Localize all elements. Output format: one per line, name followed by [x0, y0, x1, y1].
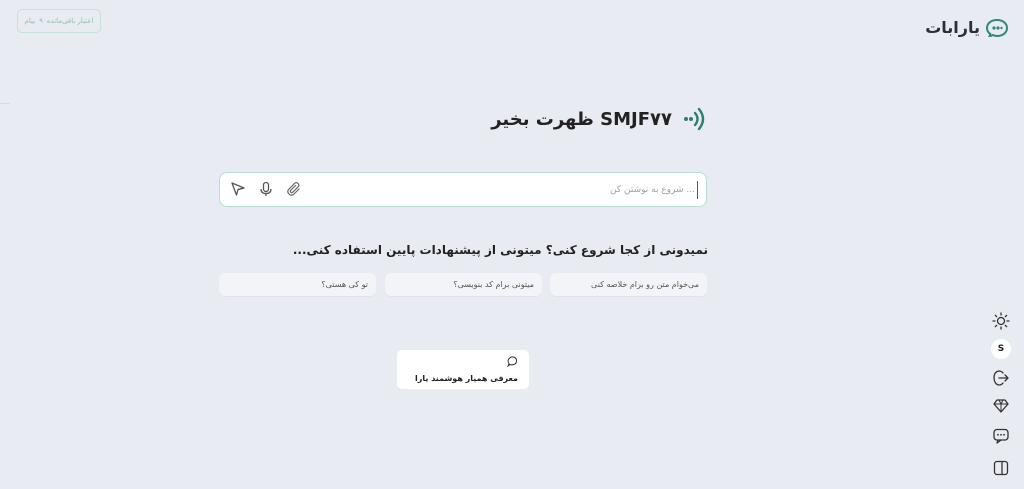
panel-icon: [993, 460, 1009, 476]
user-avatar[interactable]: S: [991, 339, 1011, 359]
signal-logo-icon: [684, 107, 705, 131]
chat-bubble-icon: [993, 428, 1009, 444]
toggle-panel-button[interactable]: [991, 458, 1011, 478]
logout-icon: [993, 370, 1009, 386]
credits-badge[interactable]: اعتبار باقی‌مانده ۹ پیام: [17, 9, 101, 33]
brand[interactable]: یارابات: [925, 18, 1008, 37]
mic-icon: [260, 181, 272, 196]
greeting-text: ظهرت بخیر SMJF۷۷: [491, 108, 672, 130]
greeting: ظهرت بخیر SMJF۷۷: [491, 105, 708, 133]
intro-card[interactable]: معرفی همیار هوشمند یارا: [397, 350, 529, 389]
message-bubble-icon: [507, 356, 518, 367]
chats-button[interactable]: [991, 426, 1011, 446]
suggestion-chip-summarize[interactable]: می‌خوام متن رو برام خلاصه کنی: [550, 273, 707, 296]
brand-name: یارابات: [925, 18, 980, 37]
intro-card-label: معرفی همیار هوشمند یارا: [415, 374, 518, 383]
suggestion-chip-who[interactable]: تو کی هستی؟: [219, 273, 376, 296]
suggestion-chip-code[interactable]: میتونی برام کد بنویسی؟: [385, 273, 542, 296]
suggestions-heading: نمیدونی از کجا شروع کنی؟ میتونی از پیشنه…: [292, 243, 708, 257]
attach-button[interactable]: [285, 180, 303, 198]
sun-icon: [992, 312, 1010, 330]
credits-text: اعتبار باقی‌مانده: [46, 17, 94, 25]
brand-logo-icon: [986, 18, 1008, 37]
credits-count: ۹: [39, 17, 43, 25]
chat-input[interactable]: [373, 181, 698, 199]
left-divider: [0, 103, 10, 104]
credits-unit: پیام: [24, 17, 36, 25]
paperclip-icon: [287, 182, 300, 196]
chat-box: [219, 172, 707, 207]
theme-toggle-button[interactable]: [991, 311, 1011, 331]
logout-button[interactable]: [991, 368, 1011, 388]
gem-icon: [993, 399, 1009, 413]
premium-button[interactable]: [991, 396, 1011, 416]
send-icon: [231, 182, 245, 196]
send-button[interactable]: [229, 180, 247, 198]
mic-button[interactable]: [257, 180, 275, 198]
